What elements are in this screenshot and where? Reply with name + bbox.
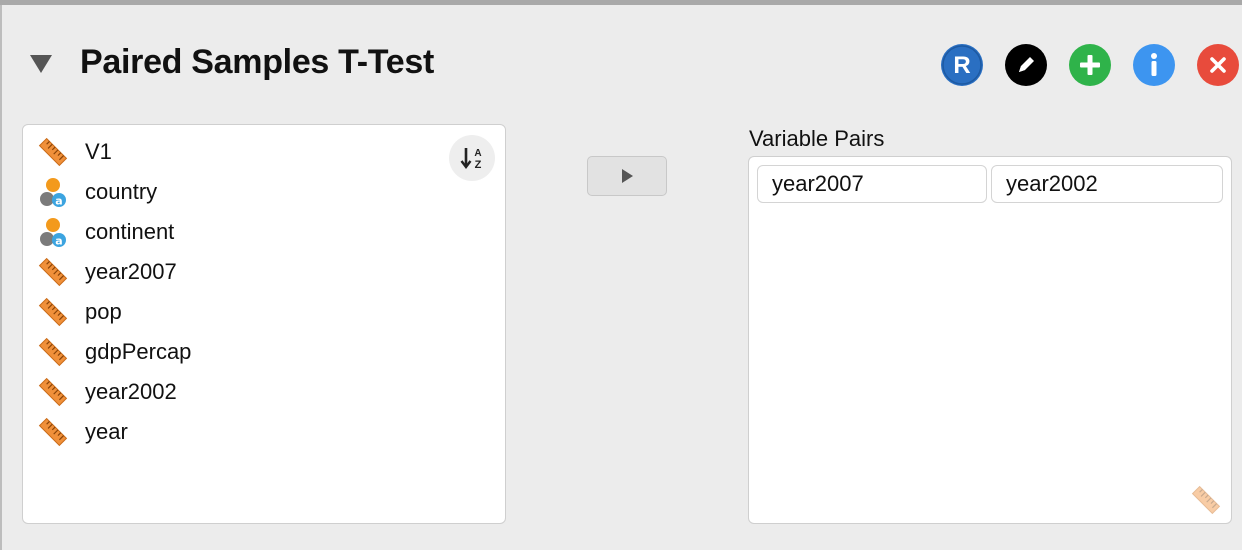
r-syntax-button[interactable]: R (941, 44, 983, 86)
svg-text:A: A (474, 148, 481, 159)
scale-ruler-icon (35, 414, 71, 450)
close-button[interactable] (1197, 44, 1239, 86)
list-item[interactable]: year2007 (35, 254, 177, 290)
analysis-header: Paired Samples T-Test R (0, 5, 1242, 115)
nominal-text-icon: a (35, 174, 71, 210)
scale-ruler-icon (35, 334, 71, 370)
collapse-triangle-icon[interactable] (30, 55, 52, 73)
duplicate-button[interactable] (1069, 44, 1111, 86)
info-button[interactable] (1133, 44, 1175, 86)
variable-label: pop (85, 299, 122, 324)
sort-alpha-icon: A Z (460, 148, 482, 171)
variable-label: country (85, 179, 158, 204)
pair-variable-1[interactable]: year2007 (757, 165, 987, 203)
list-item[interactable]: a country (35, 174, 157, 210)
list-item[interactable]: a continent (35, 214, 174, 250)
variable-pairs-box[interactable]: year2007 year2002 (748, 156, 1232, 524)
variable-label: year2002 (85, 379, 177, 404)
variable-label: V1 (85, 139, 112, 164)
nominal-text-icon: a (35, 214, 71, 250)
info-icon (1151, 53, 1157, 76)
list-item[interactable]: year2002 (35, 374, 177, 410)
pair-variable-2[interactable]: year2002 (991, 165, 1223, 203)
variable-pairs-label: Variable Pairs (749, 126, 885, 151)
scale-ruler-icon (35, 254, 71, 290)
close-icon (1210, 57, 1226, 73)
scale-ruler-icon (35, 374, 71, 410)
pencil-icon (1019, 57, 1034, 72)
svg-text:Z: Z (475, 159, 482, 171)
move-to-pairs-button[interactable] (587, 156, 667, 196)
edit-title-button[interactable] (1005, 44, 1047, 86)
svg-text:a: a (55, 195, 62, 208)
plus-icon (1080, 55, 1100, 75)
variable-label: year2007 (85, 259, 177, 284)
list-item[interactable]: V1 (35, 134, 112, 170)
scale-ruler-icon (35, 294, 71, 330)
svg-text:R: R (953, 52, 970, 79)
svg-text:a: a (55, 235, 62, 248)
r-logo-icon: R (942, 45, 982, 85)
list-item[interactable]: year (35, 414, 128, 450)
list-item[interactable]: gdpPercap (35, 334, 191, 370)
sort-button[interactable]: A Z (449, 135, 495, 181)
play-arrow-icon (622, 169, 633, 183)
variable-label: year (85, 419, 128, 444)
variable-label: continent (85, 219, 175, 244)
list-item[interactable]: pop (35, 294, 122, 330)
analysis-title: Paired Samples T-Test (80, 43, 434, 81)
variables-list[interactable]: A Z V1 a country a continent year2007 po… (22, 124, 506, 524)
scale-ruler-icon (35, 134, 71, 170)
scale-ruler-icon (1189, 483, 1223, 517)
variable-label: gdpPercap (85, 339, 192, 364)
